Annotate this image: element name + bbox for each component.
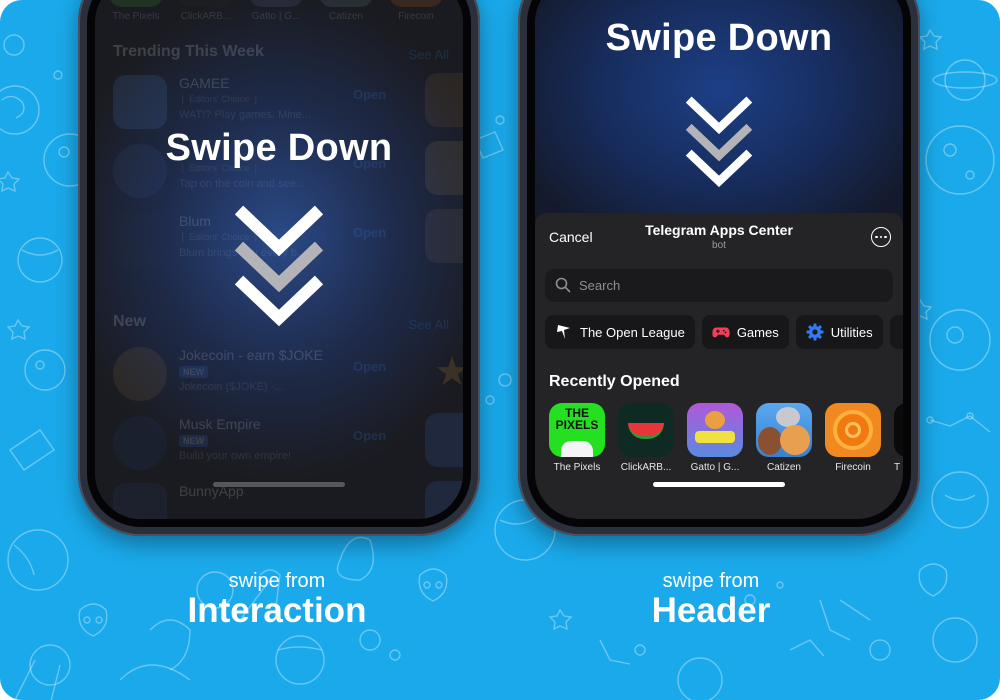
gear-icon — [806, 323, 824, 341]
open-league-icon — [557, 325, 570, 339]
app-label: Catizen — [767, 462, 801, 473]
gatto-app-icon — [687, 403, 743, 457]
app-label: T — [894, 462, 901, 473]
chevrons-down-icon — [234, 205, 324, 327]
app-label: ClickARB... — [620, 462, 672, 473]
promo-canvas: The Pixels ClickARB... Gatto | G... Cati… — [0, 0, 1000, 700]
right-phone-screen: Swipe Down Cancel Telegram Apps Center b… — [535, 0, 903, 519]
recent-app[interactable]: T — [894, 403, 903, 473]
recently-opened-row: THE PIXELS The Pixels ClickARB... Gatto … — [549, 403, 903, 473]
search-placeholder: Search — [579, 278, 621, 293]
recent-app[interactable]: THE PIXELS The Pixels — [549, 403, 605, 473]
chevron-top — [685, 96, 753, 135]
firecoin-app-icon — [825, 403, 881, 457]
swipe-down-title: Swipe Down — [165, 127, 393, 169]
app-label: Gatto | G... — [690, 462, 740, 473]
caption-left: swipe from Interaction — [127, 570, 427, 629]
mini-app-sheet: Cancel Telegram Apps Center bot Search T… — [535, 213, 903, 519]
recent-app[interactable]: Catizen — [756, 403, 812, 473]
catizen-app-icon — [756, 403, 812, 457]
recently-opened-title: Recently Opened — [549, 373, 680, 390]
swipe-down-title: Swipe Down — [605, 17, 833, 59]
chip-utilities[interactable]: Utilities — [795, 315, 883, 349]
app-label: The Pixels — [553, 462, 601, 473]
chip-label: The Open League — [580, 324, 685, 340]
app-label: Firecoin — [835, 462, 871, 473]
chip-more[interactable] — [889, 315, 903, 349]
chip-label: Utilities — [830, 324, 873, 340]
recent-app[interactable]: Gatto | G... — [687, 403, 743, 473]
sheet-title: Telegram Apps Center — [645, 222, 793, 238]
search-icon — [555, 277, 571, 293]
recent-app[interactable]: Firecoin — [825, 403, 881, 473]
left-phone-screen: The Pixels ClickARB... Gatto | G... Cati… — [95, 0, 463, 519]
caption-right: swipe from Header — [561, 570, 861, 629]
home-indicator[interactable] — [653, 482, 785, 487]
caption-small-text: swipe from — [662, 570, 760, 592]
caption-big-text: Interaction — [187, 591, 367, 630]
app-icon — [894, 403, 903, 457]
gamepad-icon — [712, 327, 730, 338]
clickarb-app-icon — [618, 403, 674, 457]
caption-big-text: Header — [651, 591, 771, 630]
home-indicator[interactable] — [213, 482, 345, 487]
caption-small-text: swipe from — [228, 570, 326, 592]
sheet-subtitle: bot — [712, 240, 726, 251]
chip-games[interactable]: Games — [701, 315, 789, 349]
search-input[interactable]: Search — [545, 269, 893, 302]
the-pixels-app-icon: THE PIXELS — [549, 403, 605, 457]
phone-mockup-right: Swipe Down Cancel Telegram Apps Center b… — [518, 0, 920, 536]
chip-the-open-league[interactable]: The Open League — [545, 315, 695, 349]
chip-label: Games — [736, 324, 779, 340]
category-chips: The Open League Games Utilities — [545, 315, 903, 349]
more-options-icon[interactable] — [871, 227, 891, 247]
phone-mockup-left: The Pixels ClickARB... Gatto | G... Cati… — [78, 0, 480, 536]
chevron-top — [234, 205, 324, 257]
recent-app[interactable]: ClickARB... — [618, 403, 674, 473]
chevrons-down-icon — [685, 96, 753, 188]
sheet-header[interactable]: Cancel Telegram Apps Center bot — [535, 213, 903, 265]
